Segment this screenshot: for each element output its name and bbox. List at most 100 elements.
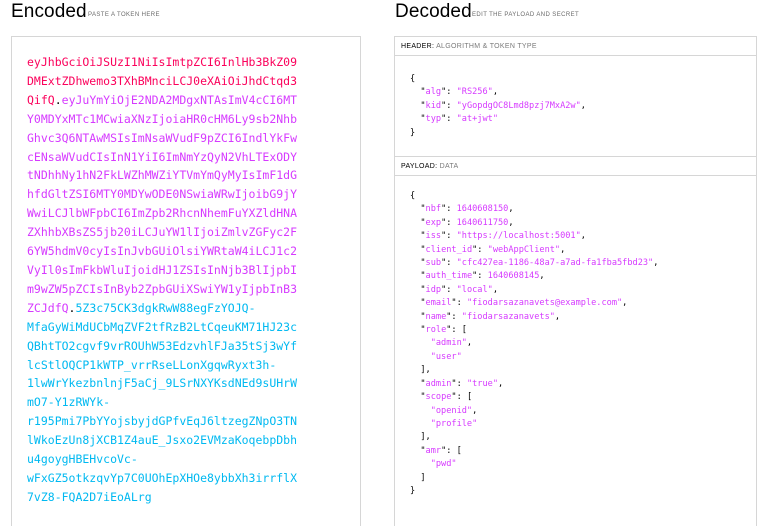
header-section-label: HEADER: — [401, 43, 435, 50]
json-key: admin — [425, 378, 452, 389]
token-payload-segment: VyIl0sImFkbWluIjoidHJ1ZSIsInNjb3BlIjpbI — [27, 262, 298, 277]
json-value: 1640608145 — [487, 271, 540, 282]
json-value: "at+jwt" — [456, 114, 499, 125]
json-line: "openid", — [430, 405, 478, 416]
json-line: "client_id": "webAppClient", — [420, 244, 566, 255]
json-line: "email": "fiodarsazanavets@example.com", — [420, 298, 628, 309]
json-key: auth_time — [425, 271, 473, 282]
payload-section-sublabel: DATA — [439, 163, 459, 170]
token-signature-segment: QBhtTO2cgvf9vrROUhW53EdzvhlFJa35tSj3wYf — [27, 338, 298, 353]
json-line: "sub": "cfc427ea-1186-48a7-a7ad-fa1fba5f… — [420, 258, 659, 269]
token-signature-segment: lcStlOQCP1kWTP_vrrRseLLonXgqwRyxt3h- — [27, 357, 277, 372]
json-line: "user" — [410, 351, 658, 364]
json-key: sub — [425, 258, 442, 269]
header-section-sublabel: ALGORITHM & TOKEN TYPE — [436, 43, 537, 50]
json-line: "alg": "RS256", — [420, 87, 499, 98]
token-payload-segment: ZXhhbXBsZS5jb20iLCJuYW1lIjoiZmlvZGFyc2F — [27, 225, 298, 240]
json-line: "admin": "true", — [420, 378, 504, 389]
json-value: "cfc427ea-1186-48a7-a7ad-fa1fba5fbd23" — [456, 258, 654, 269]
token-payload-segment: WwiLCJlbWFpbCI6ImZpb2RhcnNhemFuYXZldHNA — [27, 206, 298, 221]
json-key: iss — [425, 231, 442, 242]
json-line: "scope": [ — [420, 392, 473, 403]
json-key: exp — [425, 217, 442, 228]
token-dot: . — [54, 92, 62, 107]
encoded-token-editor[interactable]: eyJhbGciOiJSUzI1NiIsImtpZCI6InlHb3BkZ09 D… — [11, 36, 361, 526]
json-punctuation: { — [410, 74, 416, 84]
json-line: "exp": 1640611750, — [420, 217, 514, 228]
token-signature-segment: r195Pmi7PbYYojsbyjdGPfvEqJ6ltzegZNpO3TN — [27, 414, 298, 429]
json-punctuation: } — [410, 485, 416, 496]
token-signature-segment: u4goygHBEHvcoVc- — [27, 452, 138, 467]
token-payload-segment: cENsaWVudCIsInN1YiI6ImNmYzQyN2VhLTExODY — [27, 149, 298, 164]
json-line: "amr": [ — [420, 445, 462, 456]
token-payload-segment: 6YW5hdmV0cyIsInJvbGUiOlsiYWRtaW4iLCJ1c2 — [27, 244, 298, 259]
token-signature-segment: 7vZ8-FQA2D7iEoALrg — [27, 489, 152, 504]
token-header-segment: DMExtZDhwemo3TXhBMnciLCJ0eXAiOiJhdCtqd3 — [27, 73, 298, 88]
payload-json-editor[interactable]: { "nbf": 1640608150, "exp": 1640611750, … — [410, 190, 658, 498]
json-value: "true" — [466, 378, 498, 389]
json-value: "fiodarsazanavets@example.com" — [466, 298, 623, 309]
json-line: ] — [410, 472, 658, 485]
json-key: alg — [425, 87, 442, 98]
json-value: "pwd" — [430, 459, 457, 470]
json-line: { — [410, 73, 586, 86]
payload-section-label: PAYLOAD: — [401, 163, 438, 170]
json-key: nbf — [425, 204, 442, 215]
token-payload-segment: Y0MDYxMTc1MCwiaXNzIjoiaHR0cHM6Ly9sb2Nhb — [27, 111, 298, 126]
json-line: { — [410, 190, 658, 203]
json-line: "role": [ — [420, 325, 467, 336]
json-punctuation: { — [410, 191, 416, 201]
token-header-segment: QifQ — [27, 92, 55, 107]
json-key: email — [425, 298, 452, 309]
json-line: "admin", — [430, 338, 473, 349]
json-line: "idp": "local", — [420, 284, 499, 295]
json-line: "typ": "at+jwt" — [420, 114, 499, 125]
json-value: "profile" — [430, 418, 478, 429]
json-line: ], — [410, 364, 658, 377]
json-value: [ — [466, 392, 473, 403]
json-value: "fiodarsazanavets" — [461, 311, 555, 322]
json-key: client_id — [425, 244, 473, 255]
token-payload-segment: eyJuYmYiOjE2NDA2MDgxNTAsImV4cCI6MT — [61, 92, 298, 107]
token-payload-segment: ZCJdfQ — [27, 300, 69, 315]
token-signature-segment: wFxGZ5otkzqvYp7C0UOhEpXHOe8ybbXh3irrflX — [27, 470, 298, 485]
json-punctuation: ], — [420, 432, 431, 443]
json-value: "admin" — [430, 338, 467, 349]
token-header-segment: eyJhbGciOiJSUzI1NiIsImtpZCI6InlHb3BkZ09 — [27, 55, 298, 69]
json-value: "user" — [430, 351, 462, 362]
json-value: 1640608150 — [456, 204, 509, 215]
token-signature-segment: 1lwWrYkezbnlnjF5aCj_9LSrNXYKsdNEd9sUHrW — [27, 376, 298, 391]
header-json-editor[interactable]: { "alg": "RS256", "kid": "yGopdgOC8Lmd8p… — [410, 73, 586, 140]
token-payload-segment: Ghvc3Q6NTAwMSIsImNsaWVudF9pZCI6IndlYkFw — [27, 130, 298, 145]
token-signature-segment: mO7-Y1zRWYk- — [27, 395, 111, 410]
decoded-panel: HEADER: ALGORITHM & TOKEN TYPE { "alg": … — [394, 36, 757, 526]
json-value: [ — [456, 445, 462, 456]
json-value: "RS256" — [456, 87, 493, 98]
decoded-title: Decoded — [395, 1, 472, 22]
json-value: "https://localhost:5001" — [456, 231, 581, 242]
json-line: "kid": "yGopdgOC8Lmd8pzj7MxA2w", — [420, 100, 586, 111]
json-line: } — [410, 485, 658, 498]
token-payload-segment: m9wZW5pZCIsInByb2ZpbGUiXSwiYW1yIjpbInB3 — [27, 281, 298, 296]
json-key: scope — [425, 392, 452, 403]
json-line: "iss": "https://localhost:5001", — [420, 231, 586, 242]
json-value: "openid" — [430, 405, 473, 416]
header-section-title: HEADER: ALGORITHM & TOKEN TYPE — [395, 37, 756, 56]
json-punctuation: ] — [420, 472, 426, 483]
json-key: typ — [425, 114, 442, 125]
json-key: name — [425, 311, 447, 322]
json-line: "nbf": 1640608150, — [420, 204, 514, 215]
token-signature-segment: MfaGyWiMdUCbMqZVF2tfRzB2LtCqeuKM71HJ23c — [27, 319, 298, 334]
token-payload-segment: tNDhhNy1hN2FkLWZhMWZiYTVmYmQyMyIsImF1dG — [27, 168, 298, 183]
json-line: ], — [410, 431, 658, 444]
json-line: "auth_time": 1640608145, — [420, 271, 545, 282]
json-value: 1640611750 — [456, 217, 509, 228]
json-key: role — [425, 325, 447, 336]
json-key: kid — [425, 100, 442, 111]
token-payload-segment: hfdGltZSI6MTY0MDYwODE0NSwiaWRwIjoibG9jY — [27, 187, 298, 202]
encoded-title: Encoded — [11, 1, 87, 22]
json-line: "profile" — [410, 418, 658, 431]
encoded-token-text[interactable]: eyJhbGciOiJSUzI1NiIsImtpZCI6InlHb3BkZ09 D… — [27, 53, 347, 507]
json-value: "local" — [456, 284, 493, 295]
json-punctuation: } — [410, 127, 416, 138]
